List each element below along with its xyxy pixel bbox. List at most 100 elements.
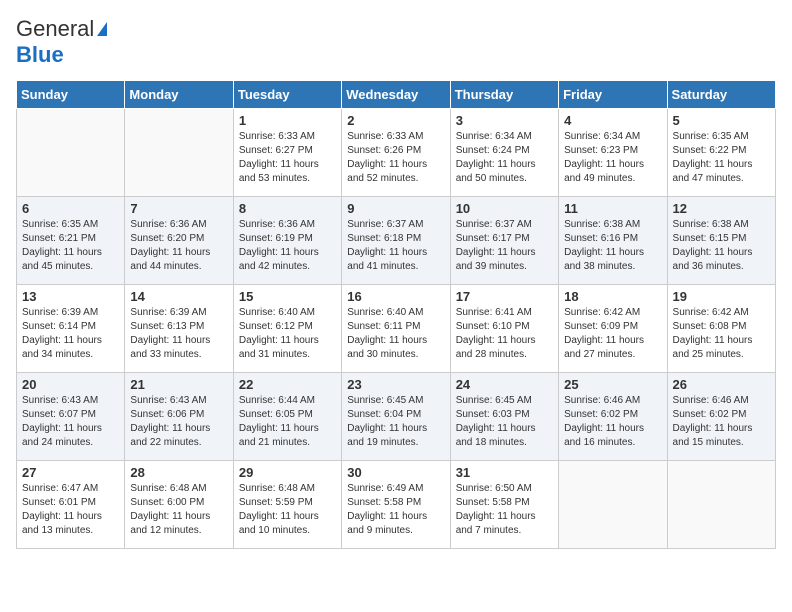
weekday-header-row: SundayMondayTuesdayWednesdayThursdayFrid… xyxy=(17,81,776,109)
day-number: 27 xyxy=(22,465,119,480)
cell-details: Sunrise: 6:46 AMSunset: 6:02 PMDaylight:… xyxy=(564,394,661,450)
calendar-cell: 19 Sunrise: 6:42 AMSunset: 6:08 PMDayligh… xyxy=(667,285,775,373)
cell-details: Sunrise: 6:40 AMSunset: 6:12 PMDaylight:… xyxy=(239,306,336,362)
day-number: 10 xyxy=(456,201,553,216)
calendar-cell: 14 Sunrise: 6:39 AMSunset: 6:13 PMDayligh… xyxy=(125,285,233,373)
day-number: 21 xyxy=(130,377,227,392)
week-row-1: 1Sunrise: 6:33 AMSunset: 6:27 PMDaylight… xyxy=(17,109,776,197)
logo-triangle-icon xyxy=(97,22,107,36)
calendar-cell: 8Sunrise: 6:36 AMSunset: 6:19 PMDaylight… xyxy=(233,197,341,285)
calendar-table: SundayMondayTuesdayWednesdayThursdayFrid… xyxy=(16,80,776,549)
day-number: 31 xyxy=(456,465,553,480)
cell-details: Sunrise: 6:35 AMSunset: 6:22 PMDaylight:… xyxy=(673,130,770,186)
calendar-cell: 6 Sunrise: 6:35 AMSunset: 6:21 PMDaylight… xyxy=(17,197,125,285)
week-row-3: 13Sunrise: 6:39 AMSunset: 6:14 PMDayligh… xyxy=(17,285,776,373)
header-tuesday: Tuesday xyxy=(233,81,341,109)
day-number: 6 xyxy=(22,201,119,216)
day-number: 12 xyxy=(673,201,770,216)
cell-details: Sunrise: 6:36 AMSunset: 6:19 PMDaylight:… xyxy=(239,218,336,274)
calendar-cell: 9Sunrise: 6:37 AMSunset: 6:18 PMDaylight… xyxy=(342,197,450,285)
header-sunday: Sunday xyxy=(17,81,125,109)
cell-details: Sunrise: 6:42 AMSunset: 6:09 PMDaylight:… xyxy=(564,306,661,362)
cell-details: Sunrise: 6:38 AMSunset: 6:15 PMDaylight:… xyxy=(673,218,770,274)
calendar-cell: 1Sunrise: 6:33 AMSunset: 6:27 PMDaylight… xyxy=(233,109,341,197)
day-number: 2 xyxy=(347,113,444,128)
cell-details: Sunrise: 6:36 AMSunset: 6:20 PMDaylight:… xyxy=(130,218,227,274)
day-number: 1 xyxy=(239,113,336,128)
week-row-4: 20 Sunrise: 6:43 AMSunset: 6:07 PMDayligh… xyxy=(17,373,776,461)
day-number: 4 xyxy=(564,113,661,128)
day-number: 16 xyxy=(347,289,444,304)
calendar-cell xyxy=(559,461,667,549)
calendar-cell: 24 Sunrise: 6:45 AMSunset: 6:03 PMDayligh… xyxy=(450,373,558,461)
day-number: 5 xyxy=(673,113,770,128)
header-thursday: Thursday xyxy=(450,81,558,109)
logo-general-text: General xyxy=(16,16,94,42)
calendar-cell: 22 Sunrise: 6:44 AMSunset: 6:05 PMDayligh… xyxy=(233,373,341,461)
calendar-cell: 11Sunrise: 6:38 AMSunset: 6:16 PMDayligh… xyxy=(559,197,667,285)
calendar-cell xyxy=(667,461,775,549)
calendar-cell: 21 Sunrise: 6:43 AMSunset: 6:06 PMDayligh… xyxy=(125,373,233,461)
week-row-2: 6 Sunrise: 6:35 AMSunset: 6:21 PMDaylight… xyxy=(17,197,776,285)
logo-blue-text: Blue xyxy=(16,42,64,67)
calendar-cell: 25 Sunrise: 6:46 AMSunset: 6:02 PMDayligh… xyxy=(559,373,667,461)
day-number: 19 xyxy=(673,289,770,304)
day-number: 26 xyxy=(673,377,770,392)
calendar-cell: 16 Sunrise: 6:40 AMSunset: 6:11 PMDayligh… xyxy=(342,285,450,373)
day-number: 30 xyxy=(347,465,444,480)
cell-details: Sunrise: 6:33 AMSunset: 6:26 PMDaylight:… xyxy=(347,130,444,186)
cell-details: Sunrise: 6:50 AMSunset: 5:58 PMDaylight:… xyxy=(456,482,553,538)
cell-details: Sunrise: 6:40 AMSunset: 6:11 PMDaylight:… xyxy=(347,306,444,362)
calendar-cell: 2 Sunrise: 6:33 AMSunset: 6:26 PMDaylight… xyxy=(342,109,450,197)
day-number: 18 xyxy=(564,289,661,304)
cell-details: Sunrise: 6:41 AMSunset: 6:10 PMDaylight:… xyxy=(456,306,553,362)
day-number: 14 xyxy=(130,289,227,304)
cell-details: Sunrise: 6:48 AMSunset: 6:00 PMDaylight:… xyxy=(130,482,227,538)
calendar-cell: 12 Sunrise: 6:38 AMSunset: 6:15 PMDayligh… xyxy=(667,197,775,285)
cell-details: Sunrise: 6:44 AMSunset: 6:05 PMDaylight:… xyxy=(239,394,336,450)
cell-details: Sunrise: 6:45 AMSunset: 6:03 PMDaylight:… xyxy=(456,394,553,450)
day-number: 15 xyxy=(239,289,336,304)
cell-details: Sunrise: 6:37 AMSunset: 6:18 PMDaylight:… xyxy=(347,218,444,274)
calendar-cell: 17Sunrise: 6:41 AMSunset: 6:10 PMDayligh… xyxy=(450,285,558,373)
cell-details: Sunrise: 6:46 AMSunset: 6:02 PMDaylight:… xyxy=(673,394,770,450)
header-wednesday: Wednesday xyxy=(342,81,450,109)
cell-details: Sunrise: 6:38 AMSunset: 6:16 PMDaylight:… xyxy=(564,218,661,274)
day-number: 22 xyxy=(239,377,336,392)
calendar-cell: 28Sunrise: 6:48 AMSunset: 6:00 PMDayligh… xyxy=(125,461,233,549)
header-monday: Monday xyxy=(125,81,233,109)
cell-details: Sunrise: 6:42 AMSunset: 6:08 PMDaylight:… xyxy=(673,306,770,362)
day-number: 23 xyxy=(347,377,444,392)
calendar-cell: 26 Sunrise: 6:46 AMSunset: 6:02 PMDayligh… xyxy=(667,373,775,461)
calendar-cell xyxy=(125,109,233,197)
cell-details: Sunrise: 6:48 AMSunset: 5:59 PMDaylight:… xyxy=(239,482,336,538)
cell-details: Sunrise: 6:43 AMSunset: 6:06 PMDaylight:… xyxy=(130,394,227,450)
week-row-5: 27Sunrise: 6:47 AMSunset: 6:01 PMDayligh… xyxy=(17,461,776,549)
calendar-cell: 27Sunrise: 6:47 AMSunset: 6:01 PMDayligh… xyxy=(17,461,125,549)
calendar-cell: 23 Sunrise: 6:45 AMSunset: 6:04 PMDayligh… xyxy=(342,373,450,461)
page-header: General Blue xyxy=(16,16,776,68)
calendar-cell: 30Sunrise: 6:49 AMSunset: 5:58 PMDayligh… xyxy=(342,461,450,549)
cell-details: Sunrise: 6:39 AMSunset: 6:13 PMDaylight:… xyxy=(130,306,227,362)
header-saturday: Saturday xyxy=(667,81,775,109)
day-number: 20 xyxy=(22,377,119,392)
cell-details: Sunrise: 6:37 AMSunset: 6:17 PMDaylight:… xyxy=(456,218,553,274)
calendar-cell: 29 Sunrise: 6:48 AMSunset: 5:59 PMDayligh… xyxy=(233,461,341,549)
calendar-cell: 10 Sunrise: 6:37 AMSunset: 6:17 PMDayligh… xyxy=(450,197,558,285)
cell-details: Sunrise: 6:39 AMSunset: 6:14 PMDaylight:… xyxy=(22,306,119,362)
calendar-cell: 15 Sunrise: 6:40 AMSunset: 6:12 PMDayligh… xyxy=(233,285,341,373)
calendar-cell: 7Sunrise: 6:36 AMSunset: 6:20 PMDaylight… xyxy=(125,197,233,285)
day-number: 25 xyxy=(564,377,661,392)
calendar-cell: 4Sunrise: 6:34 AMSunset: 6:23 PMDaylight… xyxy=(559,109,667,197)
calendar-cell: 13Sunrise: 6:39 AMSunset: 6:14 PMDayligh… xyxy=(17,285,125,373)
day-number: 29 xyxy=(239,465,336,480)
calendar-cell: 3Sunrise: 6:34 AMSunset: 6:24 PMDaylight… xyxy=(450,109,558,197)
cell-details: Sunrise: 6:34 AMSunset: 6:24 PMDaylight:… xyxy=(456,130,553,186)
calendar-cell: 31 Sunrise: 6:50 AMSunset: 5:58 PMDayligh… xyxy=(450,461,558,549)
cell-details: Sunrise: 6:35 AMSunset: 6:21 PMDaylight:… xyxy=(22,218,119,274)
day-number: 24 xyxy=(456,377,553,392)
cell-details: Sunrise: 6:45 AMSunset: 6:04 PMDaylight:… xyxy=(347,394,444,450)
calendar-cell: 18 Sunrise: 6:42 AMSunset: 6:09 PMDayligh… xyxy=(559,285,667,373)
calendar-cell: 20 Sunrise: 6:43 AMSunset: 6:07 PMDayligh… xyxy=(17,373,125,461)
cell-details: Sunrise: 6:43 AMSunset: 6:07 PMDaylight:… xyxy=(22,394,119,450)
